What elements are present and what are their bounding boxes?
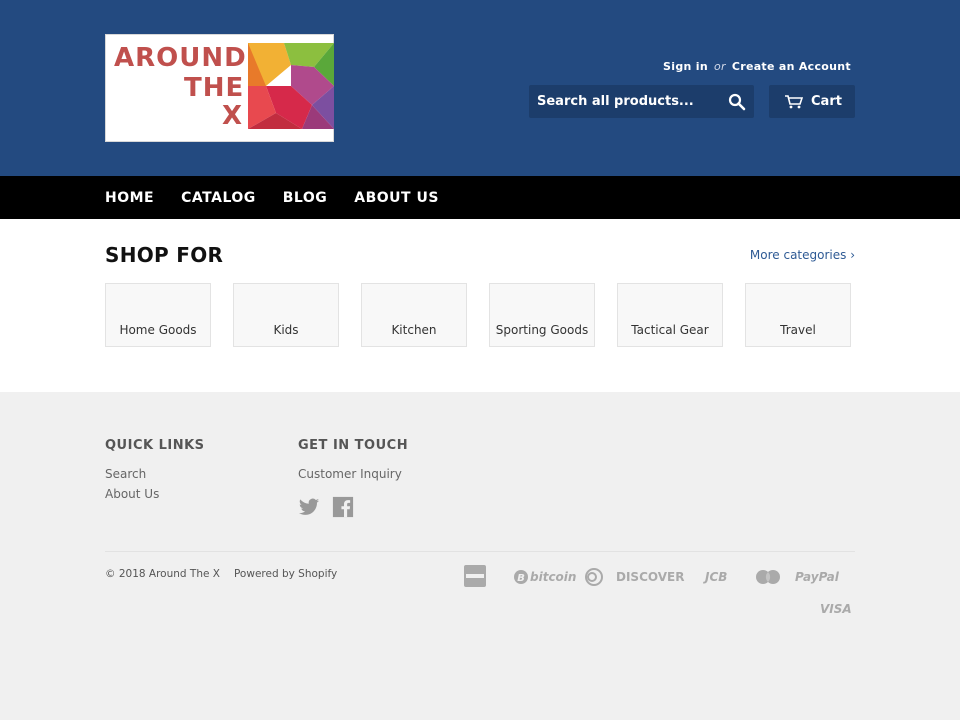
site-footer: QUICK LINKS Search About Us GET IN TOUCH…	[0, 392, 960, 720]
facebook-icon[interactable]	[332, 496, 354, 518]
nav-item-blog[interactable]: BLOG	[283, 190, 328, 206]
shop-for-section: SHOP FOR More categories › Home Goods Ki…	[0, 219, 960, 392]
nav-item-about-us[interactable]: ABOUT US	[354, 190, 439, 206]
create-account-link[interactable]: Create an Account	[732, 60, 851, 73]
twitter-icon[interactable]	[298, 496, 320, 518]
main-nav: HOME CATALOG BLOG ABOUT US	[0, 176, 960, 219]
search-icon[interactable]	[728, 93, 746, 111]
sign-in-link[interactable]: Sign in	[663, 60, 708, 73]
american-express-icon	[464, 565, 486, 587]
quick-links-heading: QUICK LINKS	[105, 438, 205, 453]
powered-by-link[interactable]: Powered by Shopify	[234, 568, 337, 580]
logo-text-x: X	[222, 101, 244, 131]
copyright-text: © 2018 Around The X	[105, 568, 220, 580]
cart-button[interactable]: Cart	[769, 85, 855, 118]
category-sporting-goods[interactable]: Sporting Goods	[489, 283, 595, 347]
site-header: AROUND THE X Sign in or Create an Account	[0, 0, 960, 176]
cart-label: Cart	[811, 94, 842, 109]
paypal-icon: PayPal	[795, 570, 839, 584]
footer-link-about-us[interactable]: About Us	[105, 487, 159, 501]
diners-club-icon	[585, 568, 603, 586]
bitcoin-icon: B bitcoin	[514, 570, 576, 584]
svg-text:B: B	[517, 573, 525, 584]
discover-icon: DISCOVER	[616, 570, 685, 584]
get-in-touch-heading: GET IN TOUCH	[298, 438, 409, 453]
category-kids[interactable]: Kids	[233, 283, 339, 347]
or-separator: or	[713, 60, 726, 73]
logo-text-the: THE	[184, 73, 245, 103]
footer-copyright: © 2018 Around The X Powered by Shopify	[105, 568, 337, 580]
category-list: Home Goods Kids Kitchen Sporting Goods T…	[105, 283, 851, 347]
account-links: Sign in or Create an Account	[663, 60, 851, 73]
category-travel[interactable]: Travel	[745, 283, 851, 347]
footer-link-search[interactable]: Search	[105, 467, 146, 481]
cart-icon	[785, 94, 803, 108]
logo-text-around: AROUND	[114, 43, 247, 73]
logo-x-mark-icon	[248, 43, 334, 129]
more-categories-link[interactable]: More categories ›	[750, 248, 855, 262]
nav-item-home[interactable]: HOME	[105, 190, 154, 206]
visa-icon: VISA	[820, 602, 852, 616]
master-icon	[756, 570, 780, 584]
site-logo[interactable]: AROUND THE X	[105, 34, 334, 142]
category-tactical-gear[interactable]: Tactical Gear	[617, 283, 723, 347]
footer-link-customer-inquiry[interactable]: Customer Inquiry	[298, 467, 402, 481]
category-home-goods[interactable]: Home Goods	[105, 283, 211, 347]
jcb-icon: JCB	[705, 570, 728, 584]
section-title: SHOP FOR	[105, 243, 224, 267]
nav-item-catalog[interactable]: CATALOG	[181, 190, 256, 206]
search-form	[529, 85, 754, 118]
category-kitchen[interactable]: Kitchen	[361, 283, 467, 347]
footer-divider	[105, 551, 855, 552]
search-input[interactable]	[529, 85, 719, 118]
